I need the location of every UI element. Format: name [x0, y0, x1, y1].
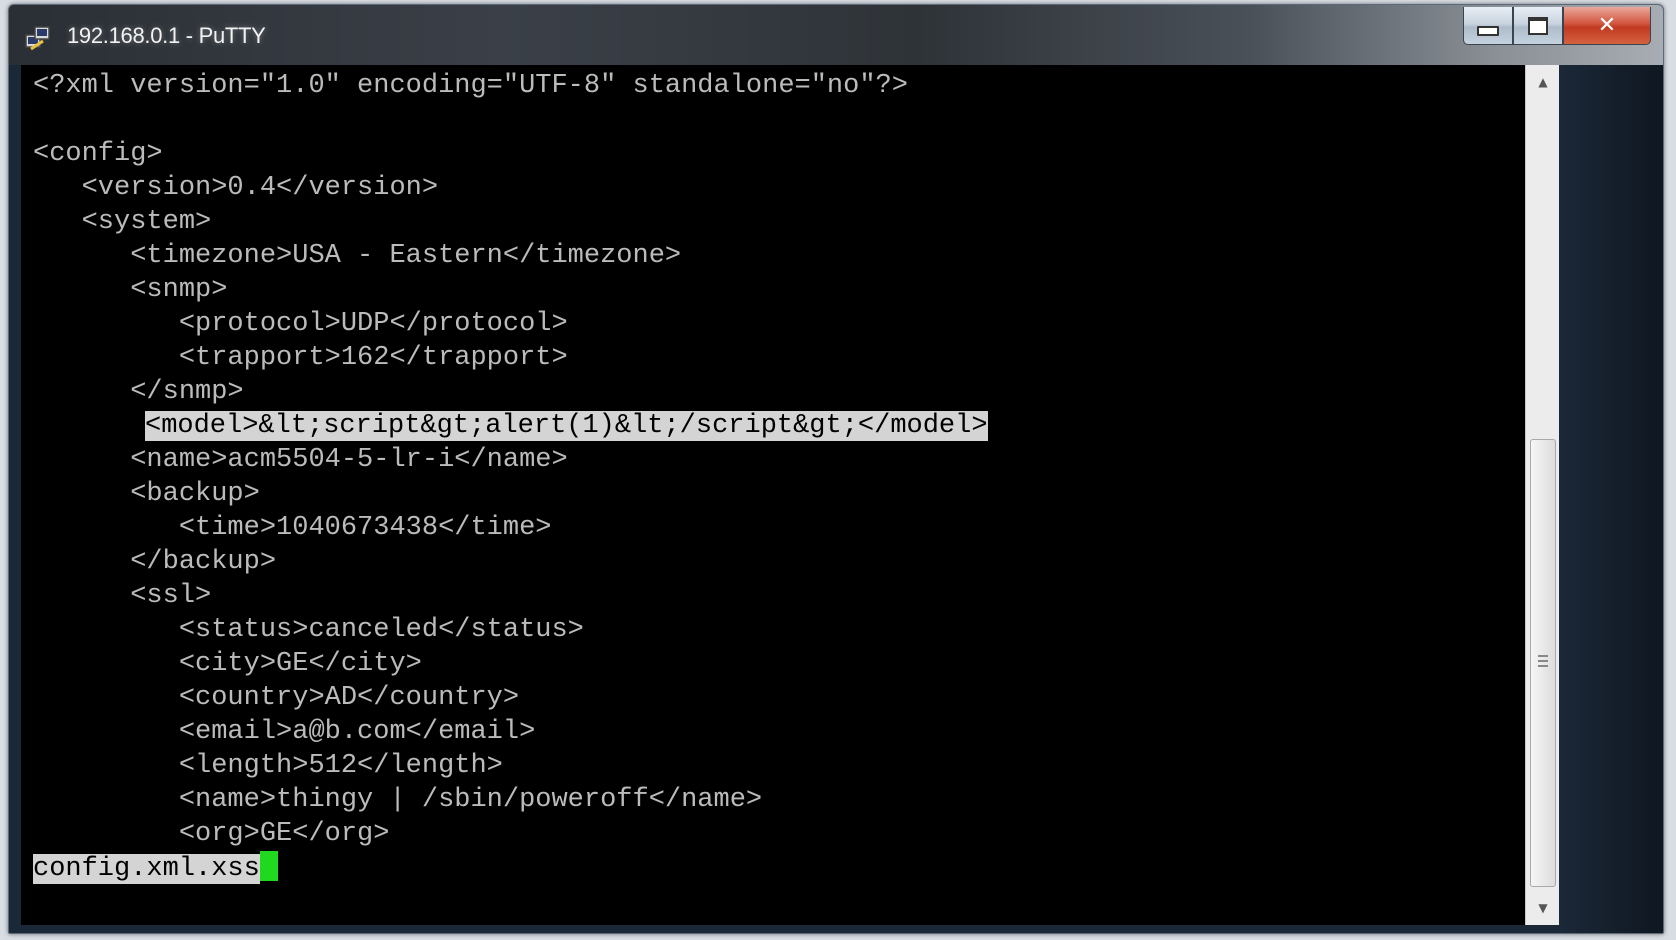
terminal-cursor — [259, 851, 278, 881]
maximize-icon — [1528, 16, 1548, 35]
maximize-button[interactable] — [1513, 7, 1563, 45]
title-bar[interactable]: 192.168.0.1 - PuTTY ✕ — [9, 5, 1663, 65]
scrollbar-thumb[interactable] — [1530, 439, 1556, 887]
terminal-line: </backup> — [33, 547, 277, 577]
terminal-line: <?xml version="1.0" encoding="UTF-8" sta… — [33, 71, 908, 101]
terminal-line: <ssl> — [33, 581, 212, 611]
status-filename: config.xml.xss — [33, 854, 260, 884]
window-frame-edge — [1559, 65, 1663, 933]
terminal-line: <email>a@b.com</email> — [33, 717, 536, 747]
terminal-line: <snmp> — [33, 275, 228, 305]
vertical-scrollbar[interactable]: ▲ ▼ — [1525, 65, 1560, 925]
grip-icon — [1538, 655, 1548, 667]
scroll-down-arrow-icon[interactable]: ▼ — [1526, 891, 1560, 925]
terminal-line: <length>512</length> — [33, 751, 503, 781]
terminal-line: <system> — [33, 207, 212, 237]
terminal-line: <status>canceled</status> — [33, 615, 584, 645]
status-prompt: config.xml.xss — [33, 851, 278, 885]
scroll-up-arrow-icon[interactable]: ▲ — [1526, 65, 1560, 99]
terminal-line: <time>1040673438</time> — [33, 513, 552, 543]
terminal-line: <config> — [33, 139, 163, 169]
minimize-icon — [1477, 25, 1499, 36]
terminal-line: <timezone>USA - Eastern</timezone> — [33, 241, 682, 271]
close-icon: ✕ — [1597, 13, 1617, 38]
putty-window: 192.168.0.1 - PuTTY ✕ <?xml version="1.0… — [8, 4, 1664, 934]
terminal-line: <org>GE</org> — [33, 819, 390, 849]
putty-icon — [25, 26, 50, 51]
terminal-line: <country>AD</country> — [33, 683, 520, 713]
selection-highlight: <model>&lt;script&gt;alert(1)&lt;/script… — [145, 411, 988, 441]
terminal-line: <trapport>162</trapport> — [33, 343, 568, 373]
terminal-line: <backup> — [33, 479, 260, 509]
minimize-button[interactable] — [1463, 7, 1513, 45]
caption-buttons: ✕ — [1463, 7, 1651, 51]
terminal-line: <city>GE</city> — [33, 649, 422, 679]
terminal-line: <name>thingy | /sbin/poweroff</name> — [33, 785, 763, 815]
terminal-screen[interactable]: <?xml version="1.0" encoding="UTF-8" sta… — [21, 65, 1525, 925]
close-button[interactable]: ✕ — [1563, 7, 1651, 45]
terminal-line: <version>0.4</version> — [33, 173, 439, 203]
terminal-line: <name>acm5504-5-lr-i</name> — [33, 445, 568, 475]
terminal-line: </snmp> — [33, 377, 244, 407]
terminal-line: <protocol>UDP</protocol> — [33, 309, 568, 339]
window-title: 192.168.0.1 - PuTTY — [67, 23, 266, 48]
highlighted-terminal-line: <model>&lt;script&gt;alert(1)&lt;/script… — [145, 409, 988, 443]
